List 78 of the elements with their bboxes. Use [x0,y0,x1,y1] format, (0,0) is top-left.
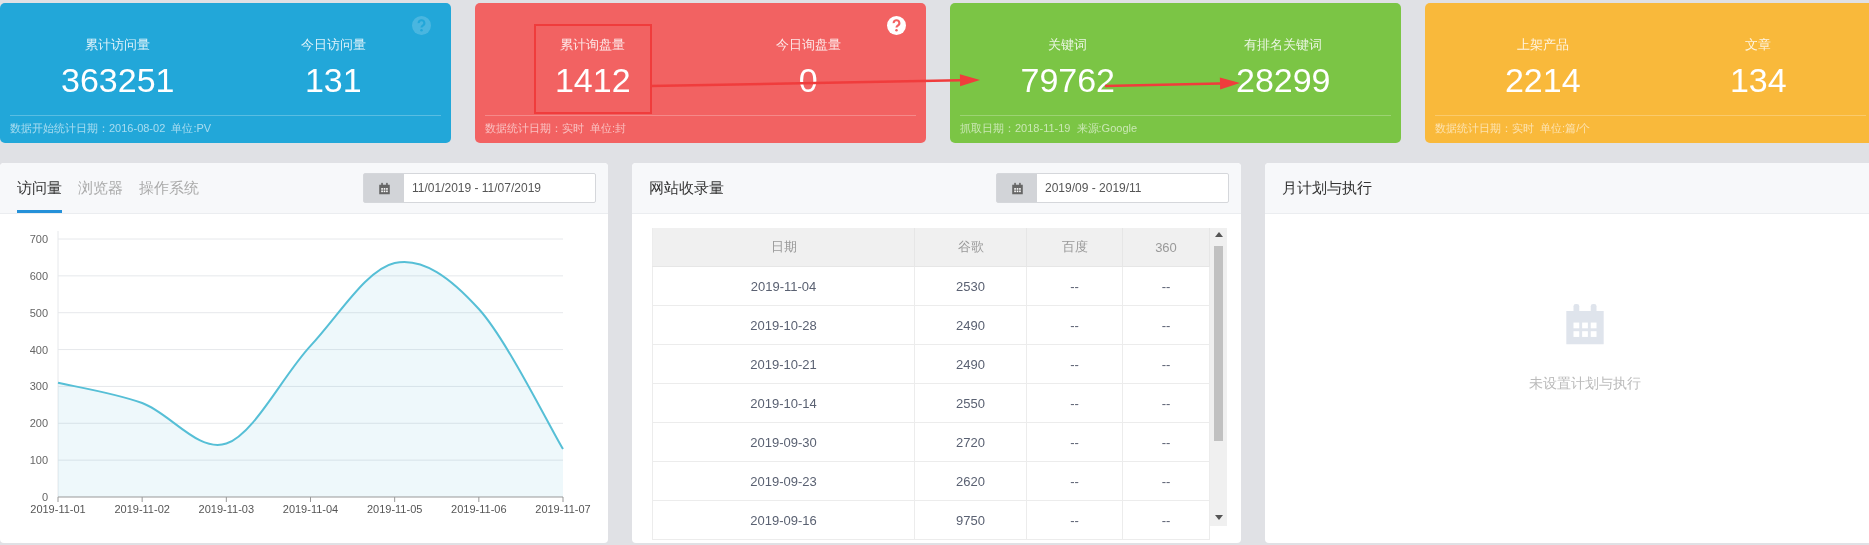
scrollbar[interactable] [1210,228,1227,526]
table-cell: -- [1122,266,1210,306]
table-cell: 2530 [914,266,1027,306]
table-cell: -- [1026,305,1123,345]
x-tick-label: 2019-11-01 [30,503,86,515]
tab[interactable]: 访问量 [17,163,62,213]
table-cell: 2019-09-23 [652,461,915,501]
table-cell: -- [1026,266,1123,306]
stat-label: 累计访问量 [85,36,151,54]
date-range-field[interactable]: 11/01/2019 - 11/07/2019 [363,173,596,203]
calendar-icon [377,181,391,195]
card-footer-note: 数据开始统计日期：2016-08-02 单位:PV [10,115,441,143]
table-cell: 2019-09-30 [652,422,915,462]
stat-label: 上架产品 [1516,36,1569,54]
table-cell: 2720 [914,422,1027,462]
x-tick-label: 2019-11-07 [535,503,591,515]
calendar-icon [1010,181,1024,195]
stat-value: 28299 [1235,60,1331,100]
y-tick-label: 600 [29,269,48,282]
panel-title: 月计划与执行 [1282,178,1372,198]
table-cell: 2019-10-21 [652,344,915,384]
x-tick-label: 2019-11-03 [198,503,255,515]
column-header: 谷歌 [914,228,1027,267]
x-tick-label: 2019-11-05 [366,503,423,515]
panel-title: 网站收录量 [649,178,724,198]
table-cell: -- [1026,422,1123,462]
table-cell: -- [1122,500,1210,540]
y-tick-label: 200 [29,417,48,430]
y-tick-label: 500 [29,306,48,319]
stat-value: 363251 [61,60,175,100]
table-cell: -- [1026,461,1123,501]
table-cell: -- [1122,383,1210,423]
table-cell: 2490 [914,305,1027,345]
x-tick-label: 2019-11-06 [451,503,507,515]
table-cell: 2550 [914,383,1027,423]
scroll-down-icon[interactable] [1214,515,1223,520]
stat-label: 累计询盘量 [560,36,626,54]
y-tick-label: 300 [29,380,48,393]
table-cell: -- [1122,344,1210,384]
table-cell: -- [1122,461,1210,501]
stat-value: 79762 [1020,60,1115,100]
y-tick-label: 0 [41,491,48,503]
help-icon[interactable] [887,16,906,35]
table-cell: -- [1122,422,1210,462]
column-header: 百度 [1026,228,1123,267]
stat-label: 有排名关键词 [1244,36,1323,54]
table-cell: 2620 [914,461,1027,501]
y-tick-label: 100 [29,454,48,467]
stat-value: 134 [1729,60,1787,100]
column-header: 360 [1122,228,1210,267]
card-footer-note: 数据统计日期：实时 单位:封 [485,115,916,143]
table-cell: 2019-10-28 [652,305,915,345]
table-cell: 2019-10-14 [652,383,915,423]
table-cell: -- [1026,344,1123,384]
x-tick-label: 2019-11-02 [114,503,170,515]
table-cell: 2019-09-16 [652,500,915,540]
table-cell: 9750 [914,500,1027,540]
table-cell: -- [1026,383,1123,423]
scroll-up-icon[interactable] [1214,232,1223,237]
table-cell: -- [1026,500,1123,540]
stat-value: 131 [304,60,362,100]
y-tick-label: 700 [29,233,48,245]
stat-label: 文章 [1745,36,1772,54]
stat-label: 关键词 [1048,36,1088,54]
table-cell: 2490 [914,344,1027,384]
table-cell: -- [1122,305,1210,345]
stat-label: 今日访问量 [300,36,366,54]
x-tick-label: 2019-11-04 [282,503,339,515]
column-header: 日期 [652,228,915,267]
stat-label: 今日询盘量 [775,36,841,54]
date-range-field[interactable]: 2019/09 - 2019/11 [996,173,1229,203]
table-cell: 2019-11-04 [652,266,915,306]
empty-state-text: 未设置计划与执行 [1529,375,1641,393]
y-tick-label: 400 [29,343,48,356]
card-footer-note: 抓取日期：2018-11-19 来源:Google [960,115,1391,143]
card-footer-note: 数据统计日期：实时 单位:篇/个 [1435,115,1866,143]
stat-value: 1412 [554,60,631,100]
stat-value: 2214 [1504,60,1581,100]
